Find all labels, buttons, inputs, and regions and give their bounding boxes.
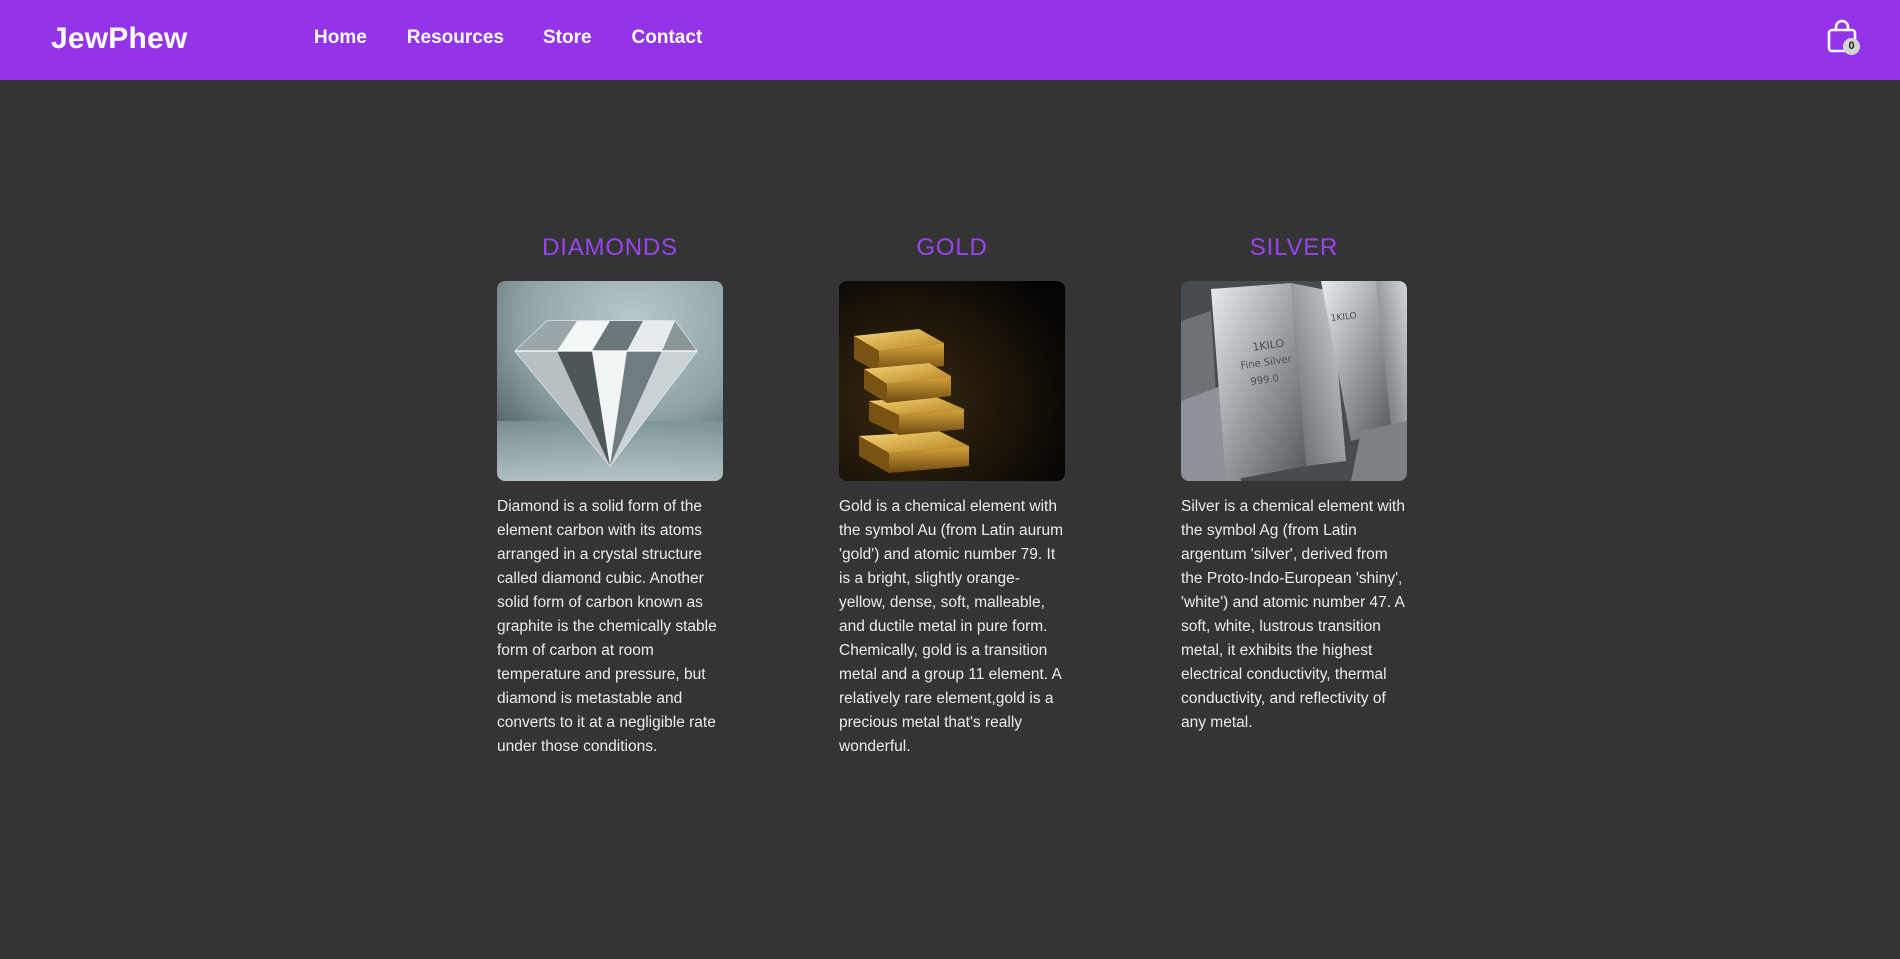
cart-button[interactable]: 0 (1826, 19, 1866, 59)
nav-link-home[interactable]: Home (314, 27, 367, 49)
card-title: GOLD (916, 234, 988, 261)
product-card-diamonds: DIAMONDS Diamond is a solid form of the … (497, 234, 723, 775)
product-card-silver: SILVER 1KILO Fine Silver 999.0 1KILO Sil… (1181, 234, 1407, 751)
gold-bars-image (839, 281, 1065, 481)
nav-link-contact[interactable]: Contact (632, 27, 703, 49)
card-description: Diamond is a solid form of the element c… (497, 498, 717, 755)
site-header: JewPhew Home Resources Store Contact 0 (0, 0, 1900, 80)
card-description: Gold is a chemical element with the symb… (839, 498, 1063, 755)
product-card-gold: GOLD Gold is a chemical element with the… (839, 234, 1065, 775)
silver-bars-image: 1KILO Fine Silver 999.0 1KILO (1181, 281, 1407, 481)
card-description: Silver is a chemical element with the sy… (1181, 498, 1405, 731)
nav-link-resources[interactable]: Resources (407, 27, 504, 49)
card-title: SILVER (1249, 234, 1339, 261)
card-title: DIAMONDS (542, 234, 678, 261)
diamond-image (497, 281, 723, 481)
cart-count-badge: 0 (1843, 38, 1860, 55)
main-nav: Home Resources Store Contact (314, 27, 702, 49)
brand-logo[interactable]: JewPhew (51, 22, 187, 56)
nav-link-store[interactable]: Store (543, 27, 592, 49)
